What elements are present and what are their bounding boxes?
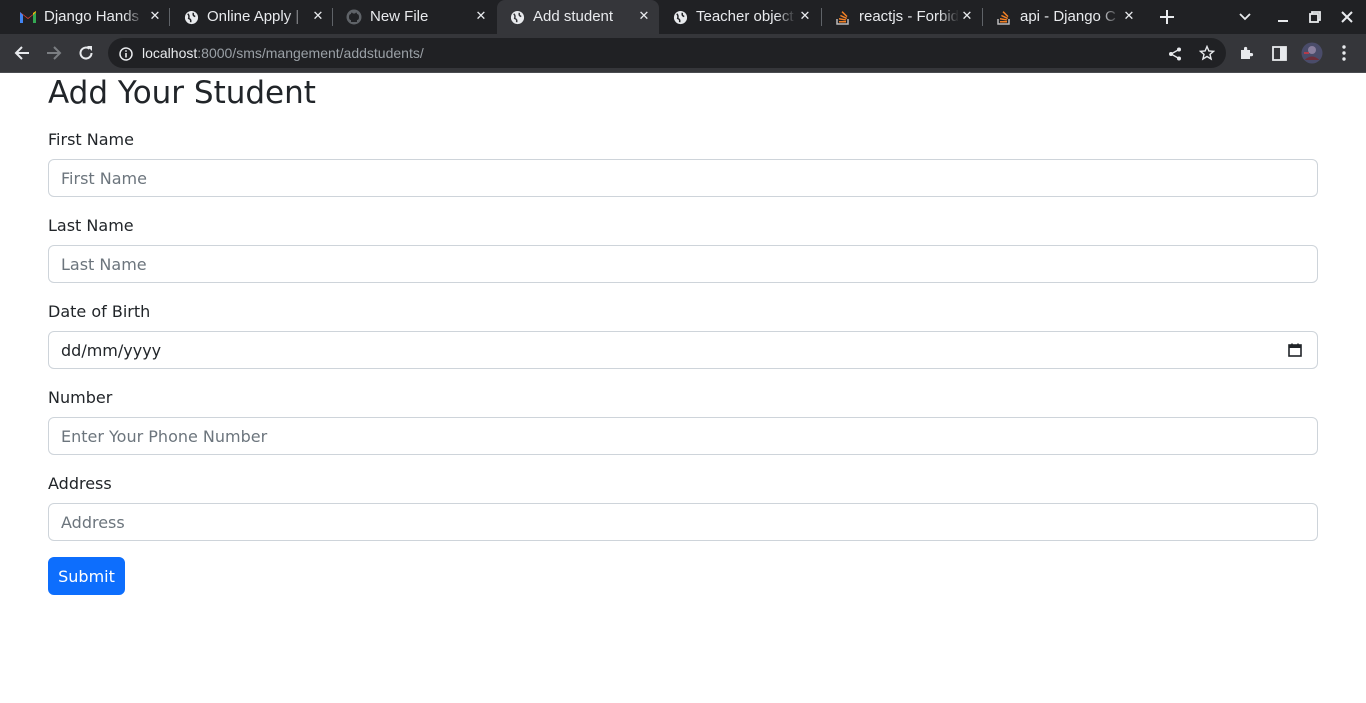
- tab-title: api - Django C: [1020, 8, 1116, 25]
- kebab-menu-icon: [1342, 45, 1346, 61]
- stackoverflow-icon: [835, 9, 851, 25]
- restore-button[interactable]: [1305, 7, 1325, 27]
- url-text: localhost:8000/sms/mangement/addstudents…: [142, 38, 424, 68]
- reload-button[interactable]: [75, 42, 97, 64]
- tab-separator: [821, 8, 822, 26]
- github-icon: [346, 9, 362, 25]
- close-icon[interactable]: ✕: [637, 10, 651, 24]
- close-icon[interactable]: ✕: [148, 10, 162, 24]
- tab-strip: Django Hands ✕ Online Apply | ✕ New File…: [0, 0, 1366, 34]
- globe-icon: [672, 9, 688, 25]
- avatar-icon: [1301, 42, 1323, 64]
- tab-separator: [982, 8, 983, 26]
- reload-icon: [79, 46, 93, 60]
- tab-search-button[interactable]: [1235, 7, 1255, 27]
- tab-api-django[interactable]: api - Django C ✕: [984, 0, 1144, 34]
- puzzle-icon: [1241, 46, 1254, 59]
- address-bar[interactable]: localhost:8000/sms/mangement/addstudents…: [108, 38, 1226, 68]
- side-panel-icon: [1271, 45, 1287, 61]
- tab-new-file[interactable]: New File ✕: [334, 0, 496, 34]
- url-host: localhost: [142, 45, 198, 61]
- gmail-icon: [20, 9, 36, 25]
- menu-button[interactable]: [1333, 42, 1355, 64]
- address-input[interactable]: [48, 503, 1318, 541]
- close-icon[interactable]: ✕: [1122, 10, 1136, 24]
- forward-button[interactable]: [43, 42, 65, 64]
- star-icon[interactable]: [1198, 44, 1216, 65]
- calendar-icon[interactable]: [1288, 343, 1302, 357]
- globe-icon: [183, 9, 199, 25]
- close-icon[interactable]: ✕: [960, 10, 974, 24]
- close-icon: [1341, 11, 1353, 23]
- restore-icon: [1309, 11, 1321, 23]
- tab-title: reactjs - Forbid: [859, 8, 959, 25]
- extensions-button[interactable]: [1236, 42, 1258, 64]
- close-window-button[interactable]: [1337, 7, 1357, 27]
- tab-title: Online Apply |: [207, 8, 300, 25]
- share-icon[interactable]: [1168, 46, 1182, 65]
- tab-add-student[interactable]: Add student ✕: [497, 0, 659, 34]
- close-icon[interactable]: ✕: [311, 10, 325, 24]
- tab-reactjs-forbid[interactable]: reactjs - Forbid ✕: [823, 0, 983, 34]
- minimize-button[interactable]: [1273, 7, 1293, 27]
- address-label: Address: [48, 474, 112, 493]
- tab-separator: [332, 8, 333, 26]
- first-name-label: First Name: [48, 130, 134, 149]
- tab-django-hands[interactable]: Django Hands ✕: [8, 0, 170, 34]
- close-icon[interactable]: ✕: [798, 10, 812, 24]
- arrow-right-icon: [47, 46, 62, 60]
- dob-label: Date of Birth: [48, 302, 151, 321]
- dob-input[interactable]: dd/mm/yyyy: [48, 331, 1318, 369]
- tab-title: Teacher object: [696, 8, 794, 25]
- minimize-icon: [1278, 20, 1288, 22]
- tab-online-apply[interactable]: Online Apply | ✕: [171, 0, 333, 34]
- tab-title: Django Hands: [44, 8, 140, 25]
- info-icon[interactable]: [119, 46, 133, 65]
- back-button[interactable]: [11, 42, 33, 64]
- tab-title: Add student: [533, 8, 614, 25]
- tab-title: New File: [370, 8, 429, 25]
- globe-icon: [509, 9, 525, 25]
- plus-icon: [1160, 10, 1174, 24]
- arrow-left-icon: [14, 46, 29, 60]
- last-name-input[interactable]: [48, 245, 1318, 283]
- page-content: Add Your Student First Name Last Name Da…: [0, 73, 1366, 703]
- chevron-down-icon: [1239, 13, 1251, 21]
- dob-value: dd/mm/yyyy: [61, 340, 162, 360]
- close-icon[interactable]: ✕: [474, 10, 488, 24]
- tab-separator: [169, 8, 170, 26]
- submit-button[interactable]: Submit: [48, 557, 125, 595]
- first-name-input[interactable]: [48, 159, 1318, 197]
- last-name-label: Last Name: [48, 216, 134, 235]
- stackoverflow-icon: [996, 9, 1012, 25]
- phone-number-input[interactable]: [48, 417, 1318, 455]
- page-title: Add Your Student: [48, 75, 316, 111]
- number-label: Number: [48, 388, 113, 407]
- side-panel-button[interactable]: [1268, 42, 1290, 64]
- tab-teacher-object[interactable]: Teacher object ✕: [660, 0, 822, 34]
- url-path: :8000/sms/mangement/addstudents/: [197, 45, 424, 61]
- profile-avatar[interactable]: [1301, 42, 1323, 64]
- new-tab-button[interactable]: [1157, 7, 1177, 27]
